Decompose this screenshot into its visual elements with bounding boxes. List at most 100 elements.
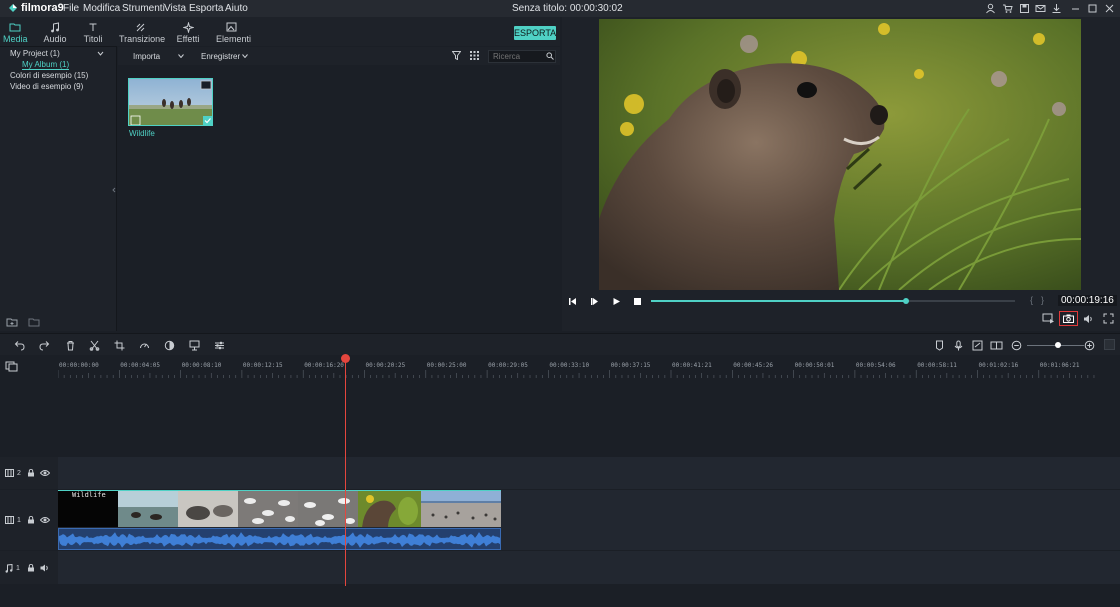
audio-clip[interactable] bbox=[58, 528, 501, 550]
lock-icon[interactable] bbox=[27, 564, 35, 572]
marker-icon[interactable] bbox=[934, 340, 945, 351]
menu-vista[interactable]: Vista bbox=[164, 3, 186, 14]
audio-track-1[interactable] bbox=[58, 551, 1120, 584]
ruler-tick-label: 00:00:58:11 bbox=[917, 362, 957, 369]
tab-titoli[interactable]: Titoli bbox=[82, 20, 104, 44]
menu-esporta[interactable]: Esporta bbox=[189, 3, 223, 14]
chevron-down-icon[interactable] bbox=[97, 51, 104, 56]
volume-icon[interactable] bbox=[1083, 314, 1094, 324]
menu-aiuto[interactable]: Aiuto bbox=[225, 3, 248, 14]
filter-icon[interactable] bbox=[452, 51, 461, 60]
ruler-tick-label: 00:00:45:26 bbox=[733, 362, 774, 369]
stop-icon[interactable] bbox=[633, 297, 642, 306]
tab-media-label: Media bbox=[3, 34, 28, 44]
mark-in-icon[interactable]: { bbox=[1030, 295, 1033, 305]
lock-icon[interactable] bbox=[27, 469, 35, 477]
crop-icon[interactable] bbox=[114, 340, 125, 351]
ruler-tick-label: 00:00:25:00 bbox=[426, 362, 467, 369]
video-track-icon bbox=[5, 516, 14, 524]
timeline-toolbar bbox=[0, 333, 1120, 355]
delete-icon[interactable] bbox=[65, 340, 76, 351]
zoom-slider-handle[interactable] bbox=[1055, 342, 1061, 348]
library-album[interactable]: My Album (1) bbox=[22, 60, 70, 70]
voiceover-icon[interactable] bbox=[972, 340, 983, 351]
clip-title: Wildlife bbox=[72, 491, 106, 499]
cut-icon[interactable] bbox=[89, 340, 100, 351]
playhead-line bbox=[345, 358, 346, 586]
track-header-audio-1: 1 bbox=[0, 551, 58, 584]
menu-modifica[interactable]: Modifica bbox=[83, 3, 120, 14]
record-dropdown[interactable]: Enregistrer bbox=[201, 52, 240, 61]
chevron-down-icon[interactable] bbox=[178, 54, 184, 58]
save-icon[interactable] bbox=[1019, 3, 1030, 14]
tab-media[interactable]: Media bbox=[3, 20, 28, 44]
track-header-video-1: 1 bbox=[0, 490, 58, 550]
export-button[interactable]: ESPORTA bbox=[514, 26, 556, 40]
color-icon[interactable] bbox=[164, 340, 175, 351]
chevron-down-icon[interactable] bbox=[242, 54, 248, 58]
new-folder-icon[interactable] bbox=[6, 317, 18, 327]
microphone-icon[interactable] bbox=[953, 340, 964, 351]
library-videos[interactable]: Video di esempio (9) bbox=[10, 82, 83, 91]
folder-icon bbox=[9, 23, 21, 32]
download-icon[interactable] bbox=[1051, 3, 1062, 14]
import-dropdown[interactable]: Importa bbox=[133, 52, 160, 61]
cart-icon[interactable] bbox=[1002, 3, 1013, 14]
ruler-tick-label: 00:00:16:20 bbox=[304, 362, 344, 369]
add-track-icon[interactable] bbox=[5, 361, 18, 372]
search-icon[interactable] bbox=[546, 52, 554, 60]
track-number: 2 bbox=[17, 469, 21, 477]
library-colors[interactable]: Colori di esempio (15) bbox=[10, 71, 88, 80]
eye-icon[interactable] bbox=[40, 469, 50, 477]
timeline-settings-button[interactable] bbox=[1104, 339, 1115, 350]
undo-icon[interactable] bbox=[14, 340, 25, 351]
lock-icon[interactable] bbox=[27, 516, 35, 524]
render-preview-icon[interactable] bbox=[1042, 313, 1055, 324]
document-title: Senza titolo: 00:00:30:02 bbox=[512, 3, 623, 14]
playhead-handle[interactable] bbox=[341, 354, 350, 363]
media-thumbnail[interactable] bbox=[128, 78, 213, 126]
redo-icon[interactable] bbox=[39, 340, 50, 351]
volume-icon[interactable] bbox=[40, 564, 50, 572]
grid-view-icon[interactable] bbox=[470, 51, 479, 60]
preview-viewer[interactable] bbox=[599, 19, 1081, 290]
tab-elementi[interactable]: Elementi bbox=[216, 20, 251, 44]
prev-frame-icon[interactable] bbox=[568, 297, 578, 306]
menu-file[interactable]: File bbox=[63, 3, 79, 14]
effects-icon bbox=[182, 21, 194, 33]
mark-out-icon[interactable]: } bbox=[1041, 295, 1044, 305]
video-track-2[interactable] bbox=[58, 457, 1120, 489]
maximize-icon[interactable] bbox=[1087, 3, 1098, 14]
fullscreen-icon[interactable] bbox=[1103, 313, 1114, 324]
speed-icon[interactable] bbox=[139, 340, 150, 351]
preview-progress-track[interactable] bbox=[651, 298, 1015, 304]
library-project[interactable]: My Project (1) bbox=[10, 49, 60, 58]
media-tabs: Media Audio Titoli Transizione Effetti E… bbox=[0, 17, 560, 63]
folder-icon[interactable] bbox=[28, 317, 40, 327]
zoom-out-icon[interactable] bbox=[1011, 340, 1022, 351]
minimize-icon[interactable] bbox=[1070, 3, 1081, 14]
play-icon[interactable] bbox=[612, 297, 621, 306]
next-frame-icon[interactable] bbox=[590, 297, 600, 306]
filmora-logo-icon bbox=[9, 4, 17, 12]
zoom-in-icon[interactable] bbox=[1084, 340, 1095, 351]
mail-icon[interactable] bbox=[1035, 3, 1046, 14]
ruler-tick-label: 00:00:37:15 bbox=[610, 362, 651, 369]
tab-effetti[interactable]: Effetti bbox=[175, 20, 201, 44]
snapshot-button[interactable] bbox=[1059, 311, 1078, 326]
adjust-icon[interactable] bbox=[214, 340, 225, 351]
timeline-ruler[interactable]: 00:00:00:00 00:00:04:05 00:00:08:10 00:00:1… bbox=[0, 355, 1120, 378]
close-icon[interactable] bbox=[1104, 3, 1115, 14]
ruler-tick-label: 00:00:12:15 bbox=[242, 362, 283, 369]
green-screen-icon[interactable] bbox=[189, 340, 200, 351]
tab-audio[interactable]: Audio bbox=[42, 20, 68, 44]
tab-audio-label: Audio bbox=[43, 34, 67, 44]
account-icon[interactable] bbox=[985, 3, 996, 14]
eye-icon[interactable] bbox=[40, 516, 50, 524]
menu-strumenti[interactable]: Strumenti bbox=[122, 3, 165, 14]
collapse-arrow-icon[interactable] bbox=[112, 187, 116, 193]
split-screen-icon[interactable] bbox=[990, 340, 1003, 351]
video-clip[interactable]: Wildlife bbox=[58, 490, 501, 527]
preview-progress-handle[interactable] bbox=[902, 298, 909, 304]
tab-transizione[interactable]: Transizione bbox=[119, 20, 165, 44]
